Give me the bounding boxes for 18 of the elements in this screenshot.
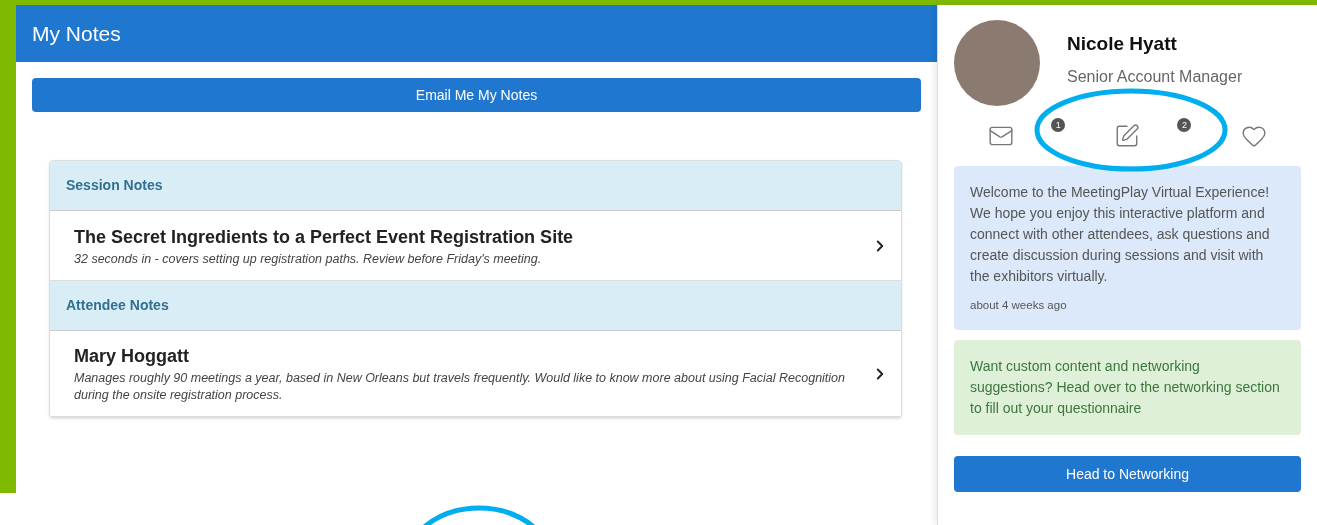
count-badge: 1: [1051, 118, 1066, 132]
message-time: about 4 weeks ago: [970, 298, 1068, 313]
edit-icon[interactable]: [1114, 123, 1141, 149]
profile-name: Nicole Hyatt: [1067, 32, 1178, 56]
section-heading: Attendee Notes: [66, 296, 169, 315]
note-row[interactable]: Mary Hoggatt Manages roughly 90 meetings a year, based in New Orleans but travels frequently. Would like to know more about using Facial Recognition during the onsite registration process.: [50, 331, 901, 417]
email-notes-button[interactable]: Email Me My Notes: [32, 78, 921, 112]
note-title: Mary Hoggatt: [74, 345, 190, 368]
count-badge: 2: [1177, 118, 1192, 132]
networking-button[interactable]: Head to Networking: [954, 456, 1301, 493]
section-heading: Session Notes: [66, 176, 163, 195]
page-title: My Notes: [32, 20, 121, 47]
profile-role: Senior Account Manager: [1067, 66, 1243, 87]
note-text: 32 seconds in - covers setting up registration paths. Review before Friday's meeting.: [74, 250, 543, 268]
note-text: Manages roughly 90 meetings a year, based in New Orleans but travels frequently. Would like to know more about using Facial Recognition during the onsite registration process.: [74, 370, 846, 404]
message-text: Want custom content and networking suggestions? Head over to the networking section to fill out your questionnaire: [970, 357, 1281, 419]
note-title: The Secret Ingredients to a Perfect Event Registration Site: [74, 225, 575, 249]
message-text: Welcome to the MeetingPlay Virtual Experience! We hope you enjoy this interactive platform and connect with other attendees, ask questions and create discussion during sessions and visit with the exhibitors virtually.: [970, 183, 1271, 286]
